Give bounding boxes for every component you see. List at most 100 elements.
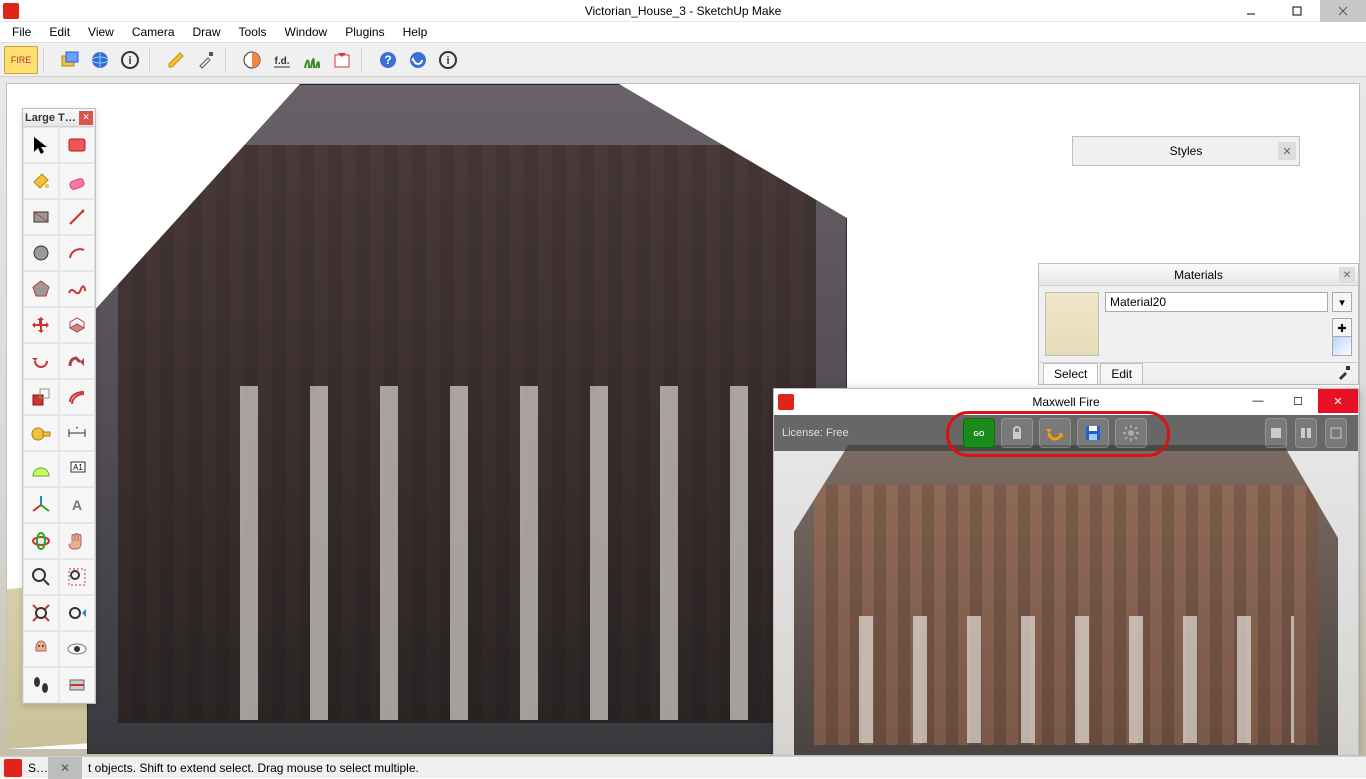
materials-header[interactable]: Materials ✕ bbox=[1039, 264, 1358, 286]
large-toolset-close-icon[interactable]: ✕ bbox=[79, 111, 93, 125]
offset-tool-icon[interactable] bbox=[59, 379, 95, 415]
menu-draw[interactable]: Draw bbox=[185, 23, 229, 41]
menu-tools[interactable]: Tools bbox=[231, 23, 275, 41]
3dtext-tool-icon[interactable]: A bbox=[59, 487, 95, 523]
zoom-tool-icon[interactable] bbox=[23, 559, 59, 595]
svg-text:i: i bbox=[128, 55, 131, 67]
make-component-icon[interactable] bbox=[59, 127, 95, 163]
material-dropdown-icon[interactable]: ▾ bbox=[1332, 292, 1352, 312]
info-icon[interactable]: i bbox=[116, 46, 144, 74]
globe-icon[interactable] bbox=[86, 46, 114, 74]
maxwell-title: Maxwell Fire bbox=[1032, 395, 1099, 409]
styles-title: Styles bbox=[1170, 144, 1203, 158]
menu-edit[interactable]: Edit bbox=[41, 23, 78, 41]
export-icon[interactable] bbox=[328, 46, 356, 74]
app-icon bbox=[3, 3, 19, 19]
svg-text:A1: A1 bbox=[73, 463, 83, 472]
materials-close-icon[interactable]: ✕ bbox=[1339, 267, 1355, 283]
maxwell-title-bar[interactable]: Maxwell Fire — ☐ ✕ bbox=[774, 389, 1358, 415]
protractor-tool-icon[interactable] bbox=[23, 451, 59, 487]
help-icon[interactable]: ? bbox=[374, 46, 402, 74]
menu-help[interactable]: Help bbox=[395, 23, 436, 41]
large-toolset-panel[interactable]: Large T… ✕ * A1 A bbox=[22, 108, 96, 704]
scale-tool-icon[interactable] bbox=[23, 379, 59, 415]
status-prefix: S… bbox=[28, 761, 48, 775]
maxwell-viewmode1-icon[interactable] bbox=[1265, 418, 1287, 448]
circle-half-icon[interactable] bbox=[238, 46, 266, 74]
eyedropper-icon[interactable] bbox=[192, 46, 220, 74]
position-camera-icon[interactable] bbox=[23, 631, 59, 667]
fd-icon[interactable]: f.d. bbox=[268, 46, 296, 74]
orbit-tool-icon[interactable] bbox=[23, 523, 59, 559]
status-app-icon[interactable] bbox=[4, 759, 22, 777]
maxwell-viewmode2-icon[interactable] bbox=[1295, 418, 1317, 448]
paint-bucket-icon[interactable] bbox=[23, 163, 59, 199]
followme-tool-icon[interactable] bbox=[59, 343, 95, 379]
move-tool-icon[interactable] bbox=[23, 307, 59, 343]
create-material-icon[interactable]: ✚ bbox=[1332, 318, 1352, 338]
maxwell-lock-icon[interactable] bbox=[1001, 418, 1033, 448]
axes-tool-icon[interactable] bbox=[23, 487, 59, 523]
tape-measure-icon[interactable] bbox=[23, 415, 59, 451]
arc-tool-icon[interactable] bbox=[59, 235, 95, 271]
styles-panel[interactable]: Styles ✕ bbox=[1072, 136, 1300, 166]
text-tool-icon[interactable]: A1 bbox=[59, 451, 95, 487]
minimize-button[interactable] bbox=[1228, 0, 1274, 22]
tab-edit[interactable]: Edit bbox=[1100, 363, 1143, 384]
maxwell-settings-icon[interactable] bbox=[1115, 418, 1147, 448]
menu-camera[interactable]: Camera bbox=[124, 23, 183, 41]
large-toolset-header[interactable]: Large T… ✕ bbox=[23, 109, 95, 127]
menu-view[interactable]: View bbox=[80, 23, 122, 41]
look-around-icon[interactable] bbox=[59, 631, 95, 667]
styles-close-icon[interactable]: ✕ bbox=[1278, 142, 1296, 160]
circle-tool-icon[interactable] bbox=[23, 235, 59, 271]
materials-panel[interactable]: Materials ✕ ▾ ✚ Select Edit bbox=[1038, 263, 1359, 385]
svg-text:A: A bbox=[72, 497, 82, 513]
menu-window[interactable]: Window bbox=[277, 23, 336, 41]
window-title: Victorian_House_3 - SketchUp Make bbox=[585, 4, 782, 18]
eraser-tool-icon[interactable] bbox=[59, 163, 95, 199]
rectangle-tool-icon[interactable] bbox=[23, 199, 59, 235]
freehand-tool-icon[interactable] bbox=[59, 271, 95, 307]
select-tool-icon[interactable] bbox=[23, 127, 59, 163]
tab-select[interactable]: Select bbox=[1043, 363, 1098, 384]
fire-button[interactable]: FIRE bbox=[4, 46, 38, 74]
material-name-input[interactable] bbox=[1105, 292, 1328, 312]
menu-file[interactable]: File bbox=[4, 23, 39, 41]
maxwell-fire-window[interactable]: Maxwell Fire — ☐ ✕ License: Free GO bbox=[773, 388, 1359, 756]
previous-view-icon[interactable] bbox=[59, 595, 95, 631]
menu-plugins[interactable]: Plugins bbox=[337, 23, 392, 41]
materials-tabs: Select Edit bbox=[1039, 362, 1358, 384]
info2-icon[interactable]: i bbox=[434, 46, 462, 74]
section-plane-icon[interactable] bbox=[59, 667, 95, 703]
dimension-tool-icon[interactable]: * bbox=[59, 415, 95, 451]
maxwell-go-button[interactable]: GO bbox=[963, 418, 995, 448]
maxwell-viewmode3-icon[interactable] bbox=[1325, 418, 1347, 448]
pencil-icon[interactable] bbox=[162, 46, 190, 74]
refresh-help-icon[interactable] bbox=[404, 46, 432, 74]
status-tab-close-icon[interactable]: ✕ bbox=[48, 757, 82, 779]
menu-bar: File Edit View Camera Draw Tools Window … bbox=[0, 22, 1366, 43]
rotate-tool-icon[interactable] bbox=[23, 343, 59, 379]
line-tool-icon[interactable] bbox=[59, 199, 95, 235]
walk-tool-icon[interactable] bbox=[23, 667, 59, 703]
material-swatch[interactable] bbox=[1045, 292, 1099, 356]
maxwell-maximize-button[interactable]: ☐ bbox=[1278, 389, 1318, 413]
maxwell-save-icon[interactable] bbox=[1077, 418, 1109, 448]
sample-paint-icon[interactable] bbox=[1336, 365, 1352, 386]
maxwell-render-view[interactable] bbox=[774, 415, 1358, 755]
grass-icon[interactable] bbox=[298, 46, 326, 74]
pan-tool-icon[interactable] bbox=[59, 523, 95, 559]
zoom-window-icon[interactable] bbox=[59, 559, 95, 595]
secondary-color-swatch[interactable] bbox=[1332, 336, 1352, 356]
maxwell-minimize-button[interactable]: — bbox=[1238, 389, 1278, 413]
close-button[interactable] bbox=[1320, 0, 1366, 22]
pushpull-tool-icon[interactable] bbox=[59, 307, 95, 343]
polygon-tool-icon[interactable] bbox=[23, 271, 59, 307]
zoom-extents-icon[interactable] bbox=[23, 595, 59, 631]
model-building bbox=[87, 84, 847, 754]
maxwell-refresh-icon[interactable] bbox=[1039, 418, 1071, 448]
maxwell-close-button[interactable]: ✕ bbox=[1318, 389, 1358, 413]
maximize-button[interactable] bbox=[1274, 0, 1320, 22]
scene-manager-icon[interactable] bbox=[56, 46, 84, 74]
